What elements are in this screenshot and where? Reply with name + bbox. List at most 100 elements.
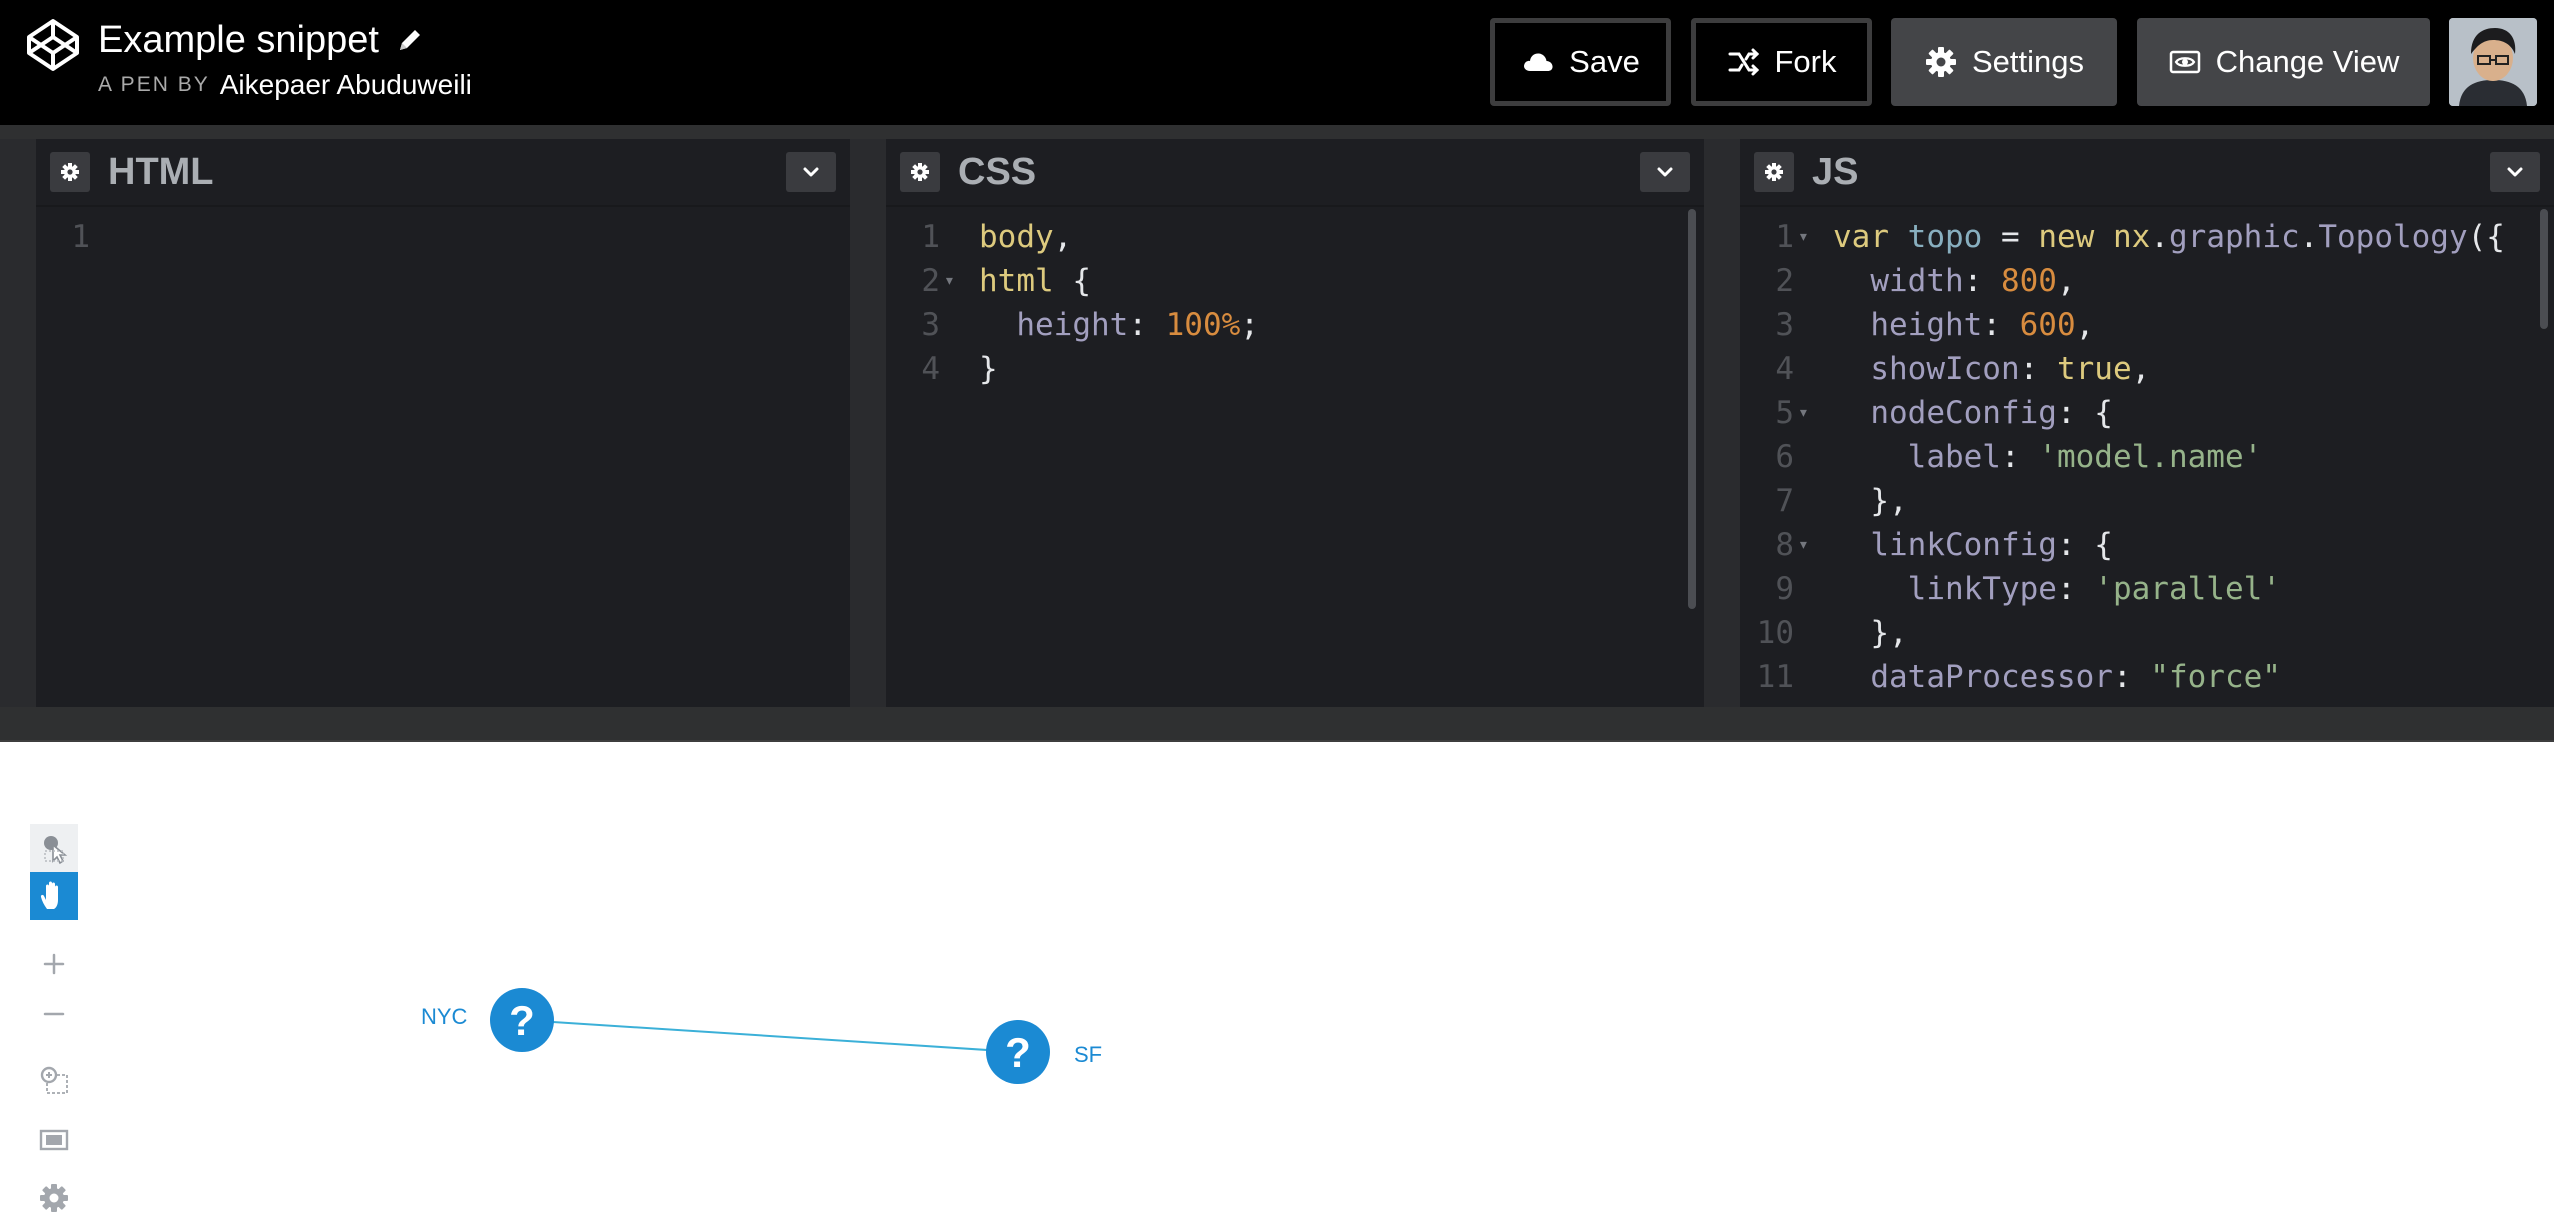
topology-canvas[interactable]: ? ? bbox=[0, 742, 2554, 1218]
line-number: 5 bbox=[1775, 395, 1794, 431]
code-token: . bbox=[2150, 219, 2169, 255]
code-text: label: 'model.name' bbox=[1833, 435, 2263, 479]
code-token: width bbox=[1870, 263, 1964, 299]
js-code-area[interactable]: 1 ▾ var topo = new nx.graphic.Topology({2 … bbox=[1740, 209, 2554, 707]
preview-resize-bar[interactable] bbox=[0, 707, 2554, 742]
code-token: : bbox=[1963, 263, 2001, 299]
fork-icon bbox=[1728, 48, 1759, 76]
code-token: html bbox=[979, 263, 1054, 299]
js-editor-title: JS bbox=[1812, 151, 1859, 193]
editor-resize-handle-1[interactable] bbox=[850, 139, 886, 707]
code-token: : { bbox=[2056, 395, 2113, 431]
fold-arrow-icon[interactable]: ▾ bbox=[1798, 391, 1809, 435]
code-token: : bbox=[2000, 439, 2039, 475]
pen-title[interactable]: Example snippet bbox=[98, 14, 425, 66]
gear-icon bbox=[1925, 47, 1956, 77]
line-number: 1 bbox=[71, 219, 90, 255]
code-token: linkConfig bbox=[1870, 527, 2057, 563]
code-token: label bbox=[1907, 439, 2001, 475]
save-button[interactable]: Save bbox=[1490, 18, 1671, 106]
line-number: 9 bbox=[1775, 571, 1794, 607]
save-button-label: Save bbox=[1569, 44, 1640, 79]
css-editor-title: CSS bbox=[958, 151, 1037, 193]
fold-arrow-icon[interactable]: ▾ bbox=[1798, 523, 1809, 567]
css-code-area[interactable]: 1 body, 2 ▾ html {3 height: 100%; 4} bbox=[886, 209, 1704, 707]
js-chevron-down-icon[interactable] bbox=[2490, 152, 2540, 192]
code-token: }, bbox=[1870, 615, 1908, 651]
code-text: nodeConfig: { bbox=[1833, 391, 2113, 435]
code-token: 600 bbox=[2019, 307, 2076, 343]
code-text: width: 800, bbox=[1833, 259, 2075, 303]
code-text: }); bbox=[1833, 699, 1889, 707]
code-text: dataProcessor: "force" bbox=[1833, 655, 2281, 699]
code-text: } bbox=[979, 347, 998, 391]
code-token: topo bbox=[1907, 219, 1983, 255]
code-token: linkType bbox=[1907, 571, 2057, 607]
code-text: body, bbox=[979, 215, 1072, 259]
code-token: "force" bbox=[2150, 659, 2281, 695]
fork-button[interactable]: Fork bbox=[1691, 18, 1872, 106]
pen-title-text[interactable]: Example snippet bbox=[98, 19, 379, 62]
codepen-logo-icon[interactable] bbox=[25, 17, 81, 73]
header-divider bbox=[0, 125, 2554, 139]
code-text: height: 600, bbox=[1833, 303, 2094, 347]
change-view-button-label: Change View bbox=[2215, 44, 2400, 79]
code-token: = bbox=[1982, 219, 2039, 255]
node-sf-label: SF bbox=[1074, 1042, 1103, 1067]
css-settings-gear-icon[interactable] bbox=[900, 152, 940, 192]
code-token: body bbox=[979, 219, 1054, 255]
top-header: Example snippet A PEN BY Aikepaer Abuduw… bbox=[0, 0, 2554, 125]
js-settings-gear-icon[interactable] bbox=[1754, 152, 1794, 192]
fold-arrow-icon[interactable]: ▾ bbox=[944, 259, 955, 303]
eye-icon bbox=[2169, 50, 2200, 74]
pen-by-label: A PEN BY bbox=[98, 73, 210, 96]
js-scrollbar[interactable] bbox=[2540, 209, 2548, 329]
html-settings-gear-icon[interactable] bbox=[50, 152, 90, 192]
editor-resize-handle-2[interactable] bbox=[1704, 139, 1740, 707]
line-number: 3 bbox=[1775, 307, 1794, 343]
css-editor-header: CSS bbox=[886, 139, 1704, 207]
change-view-button[interactable]: Change View bbox=[2137, 18, 2430, 106]
node-sf[interactable]: ? bbox=[986, 1020, 1050, 1084]
html-chevron-down-icon[interactable] bbox=[786, 152, 836, 192]
js-editor-header: JS bbox=[1740, 139, 2554, 207]
node-nyc[interactable]: ? bbox=[490, 988, 554, 1052]
js-editor-panel: JS 1 ▾ var topo = new nx.graphic.Topology(… bbox=[1740, 139, 2554, 707]
user-avatar[interactable] bbox=[2449, 18, 2537, 106]
author-link[interactable]: Aikepaer Abuduweili bbox=[220, 69, 472, 101]
line-number: 2 bbox=[1775, 263, 1794, 299]
code-token: , bbox=[2131, 351, 2151, 387]
line-number: 7 bbox=[1775, 483, 1794, 519]
code-token: nx bbox=[2113, 219, 2151, 255]
code-text: }, bbox=[1833, 479, 1907, 523]
code-text: showIcon: true, bbox=[1833, 347, 2150, 391]
settings-button[interactable]: Settings bbox=[1891, 18, 2117, 106]
code-token: height bbox=[1870, 307, 1983, 343]
line-number: 10 bbox=[1756, 615, 1794, 651]
code-token: , bbox=[2075, 307, 2095, 343]
pencil-icon[interactable] bbox=[395, 25, 425, 55]
fold-arrow-icon[interactable]: ▾ bbox=[1798, 215, 1809, 259]
code-token: 'model.name' bbox=[2038, 439, 2263, 475]
css-chevron-down-icon[interactable] bbox=[1640, 152, 1690, 192]
avatar-image bbox=[2449, 18, 2537, 106]
code-token: new bbox=[2038, 219, 2095, 255]
code-token: : bbox=[2019, 351, 2057, 387]
code-token: : { bbox=[2056, 527, 2113, 563]
code-token: showIcon bbox=[1870, 351, 2020, 387]
code-text: height: 100%; bbox=[979, 303, 1259, 347]
html-editor-header: HTML bbox=[36, 139, 850, 207]
css-scrollbar[interactable] bbox=[1688, 209, 1696, 609]
html-code-area[interactable]: 1 bbox=[36, 209, 850, 707]
line-number: 1 bbox=[1775, 219, 1794, 255]
link-nyc-sf[interactable] bbox=[521, 1019, 1019, 1053]
